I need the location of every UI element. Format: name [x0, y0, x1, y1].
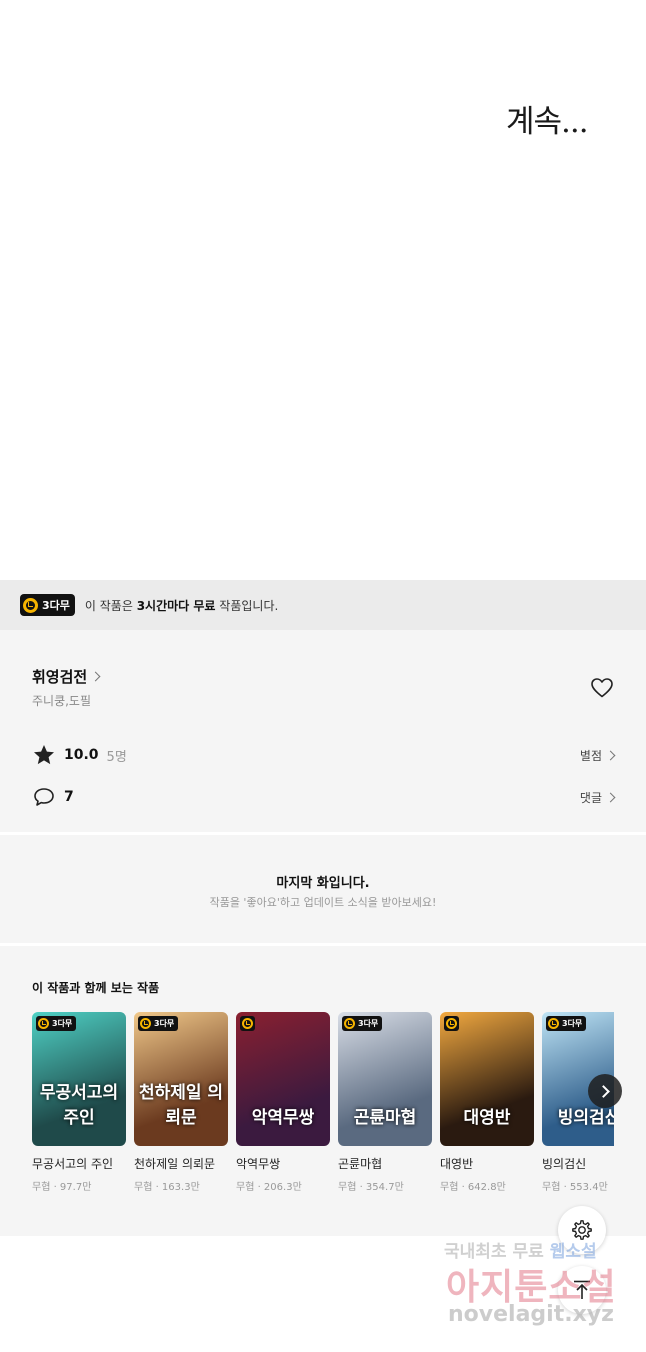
recommendation-title: 곤륜마협 [338, 1157, 383, 1171]
free-badge: 3다무 [138, 1016, 179, 1031]
settings-icon [572, 1220, 592, 1240]
recommendation-title: 천하제일 의뢰문 [134, 1157, 216, 1171]
last-episode-title: 마지막 화입니다. [276, 876, 370, 891]
banner-text-prefix: 이 작품은 [84, 598, 137, 613]
free-info-banner: 3다무 이 작품은 3시간마다 무료 작품입니다. [0, 580, 646, 630]
arrow-up-icon [574, 1280, 590, 1299]
free-badge-label: 3다무 [358, 1019, 379, 1028]
free-badge: 3다무 [342, 1016, 383, 1031]
free-badge-label: 3다무 [42, 599, 70, 612]
banner-text-bold: 3시간마다 무료 [136, 598, 216, 613]
recommendation-thumbnail: 곤륜마협 3다무 [338, 1012, 432, 1146]
recommendation-thumbnail: 악역무쌍 [236, 1012, 330, 1146]
free-badge: 3다무 [546, 1016, 587, 1031]
recommendation-title: 무공서고의 주인 [32, 1157, 114, 1171]
clock-icon [548, 1018, 559, 1029]
rating-value: 10.0 [64, 747, 99, 763]
free-badge: 3다무 [36, 1016, 77, 1031]
recommendations-heading: 이 작품과 함께 보는 작품 [32, 981, 160, 995]
recommendation-meta: 무협 · 163.3만 [134, 1182, 200, 1193]
recommendation-card[interactable]: 곤륜마협 3다무곤륜마협무협 · 354.7만 [338, 1012, 432, 1193]
free-banner-text: 이 작품은 3시간마다 무료 작품입니다. [85, 597, 278, 614]
chevron-right-icon [605, 750, 616, 760]
free-badge-label: 3다무 [154, 1019, 175, 1028]
comments-link-label: 댓글 [579, 790, 602, 805]
series-authors: 주니쿵,도필 [32, 694, 92, 708]
recommendation-thumbnail: 무공서고의 주인 3다무 [32, 1012, 126, 1146]
watermark-line1-text: 국내최초 무료 [444, 1242, 544, 1262]
series-info: 휘영검전 주니쿵,도필 10.0 5명 별점 7 댓글 [0, 630, 646, 832]
cover-art-title: 악역무쌍 [251, 1108, 315, 1128]
clock-icon [23, 597, 38, 613]
comment-count: 7 [64, 789, 74, 805]
settings-button[interactable] [558, 1206, 606, 1254]
carousel-next-button[interactable] [588, 1074, 622, 1108]
recommendation-title: 빙의검신 [542, 1157, 587, 1171]
recommendation-meta: 무협 · 97.7만 [32, 1182, 92, 1193]
cover-art-title: 무공서고의 주인 [39, 1083, 119, 1128]
free-badge: 3다무 [20, 594, 75, 616]
recommendations-section: 이 작품과 함께 보는 작품 무공서고의 주인 3다무무공서고의 주인무협 · 9… [0, 946, 646, 1236]
recommendation-card[interactable]: 악역무쌍 악역무쌍 무협 · 206.3만 [236, 1012, 330, 1193]
rating-count: 5명 [106, 749, 127, 765]
recommendation-title: 대영반 [440, 1157, 474, 1171]
recommendation-meta: 무협 · 206.3만 [236, 1182, 302, 1193]
recommendation-card[interactable]: 무공서고의 주인 3다무무공서고의 주인무협 · 97.7만 [32, 1012, 126, 1193]
chevron-right-icon [90, 671, 101, 682]
comment-row: 7 댓글 [32, 784, 616, 810]
clock-icon [344, 1018, 355, 1029]
cover-art-title: 천하제일 의뢰문 [138, 1083, 224, 1128]
free-badge [444, 1016, 459, 1031]
recommendation-thumbnail: 천하제일 의뢰문 3다무 [134, 1012, 228, 1146]
heart-icon[interactable] [590, 676, 614, 700]
series-title: 휘영검전 [32, 668, 88, 686]
continue-text: 계속... [506, 104, 589, 140]
cover-art-title: 곤륜마협 [353, 1108, 417, 1128]
scroll-top-button[interactable] [558, 1266, 606, 1314]
recommendation-title: 악역무쌍 [236, 1157, 281, 1171]
comment-icon [34, 788, 54, 806]
cover-art-title: 대영반 [463, 1108, 511, 1128]
clock-icon [140, 1018, 151, 1029]
clock-icon [38, 1018, 49, 1029]
clock-icon [446, 1018, 457, 1029]
recommendations-list: 무공서고의 주인 3다무무공서고의 주인무협 · 97.7만 천하제일 의뢰문 3다무… [32, 1012, 614, 1202]
recommendation-meta: 무협 · 642.8만 [440, 1182, 506, 1193]
episode-image-area: 계속... [0, 0, 646, 580]
recommendation-meta: 무협 · 354.7만 [338, 1182, 404, 1193]
rating-row: 10.0 5명 별점 [32, 742, 616, 768]
chevron-right-icon [605, 792, 616, 802]
rating-link-label: 별점 [579, 748, 602, 763]
recommendation-card[interactable]: 천하제일 의뢰문 3다무천하제일 의뢰문무협 · 163.3만 [134, 1012, 228, 1193]
star-icon [34, 745, 54, 765]
clock-icon [242, 1018, 253, 1029]
comments-link[interactable]: 댓글 [579, 789, 616, 806]
banner-text-suffix: 작품입니다. [215, 598, 279, 613]
last-episode-notice: 마지막 화입니다. 작품을 '좋아요'하고 업데이트 소식을 받아보세요! [0, 835, 646, 943]
last-episode-subtitle: 작품을 '좋아요'하고 업데이트 소식을 받아보세요! [209, 896, 437, 909]
recommendation-thumbnail: 대영반 [440, 1012, 534, 1146]
free-badge-label: 3다무 [52, 1019, 73, 1028]
rating-link[interactable]: 별점 [579, 747, 616, 764]
free-badge-label: 3다무 [562, 1019, 583, 1028]
free-badge [240, 1016, 255, 1031]
chevron-right-icon [596, 1084, 610, 1098]
recommendation-meta: 무협 · 553.4만 [542, 1182, 608, 1193]
recommendation-card[interactable]: 대영반 대영반 무협 · 642.8만 [440, 1012, 534, 1193]
series-title-link[interactable]: 휘영검전 [32, 666, 101, 687]
